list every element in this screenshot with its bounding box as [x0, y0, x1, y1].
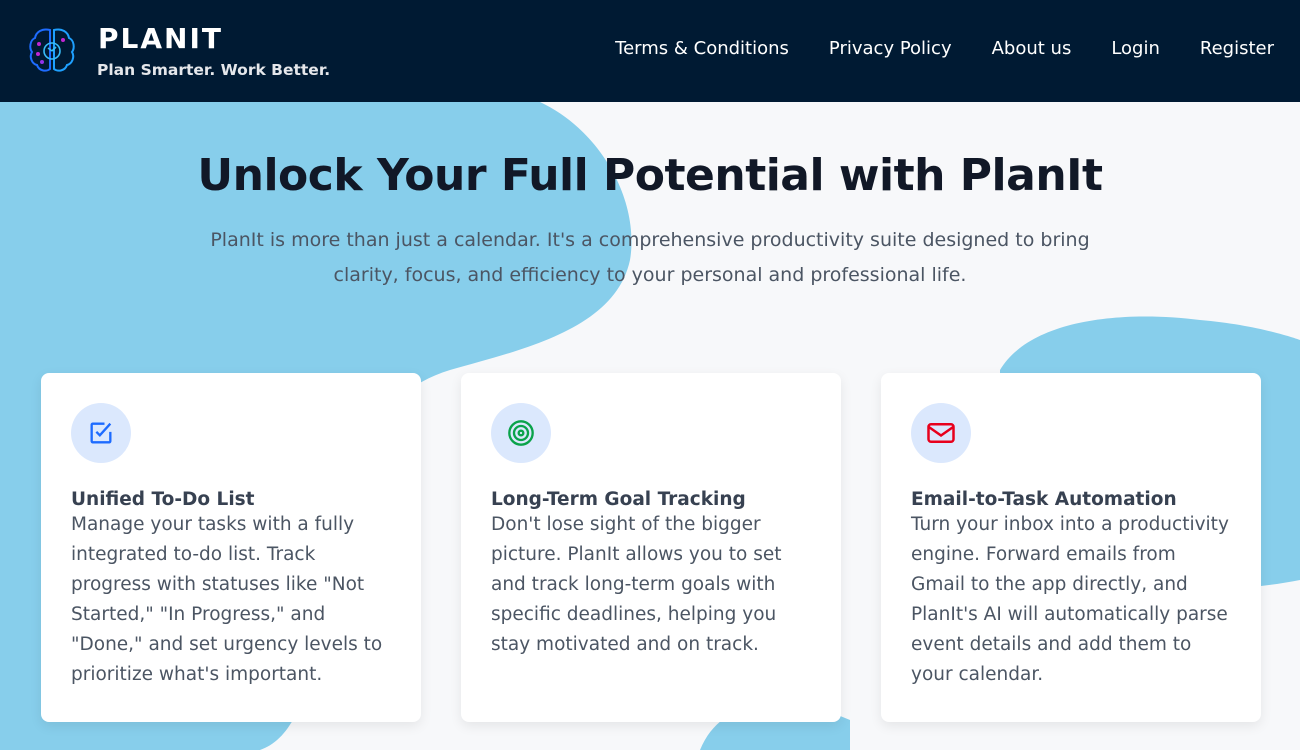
brand-tagline: Plan Smarter. Work Better. [97, 61, 331, 79]
target-icon [491, 403, 551, 463]
nav-register[interactable]: Register [1200, 38, 1274, 59]
brand-name[interactable]: PLANIT [98, 22, 223, 55]
feature-text: Turn your inbox into a productivity engi… [911, 514, 1229, 685]
nav-links: Terms & Conditions Privacy Policy About … [615, 38, 1274, 59]
feature-text: Don't lose sight of the bigger picture. … [491, 514, 782, 655]
feature-card-todo: Unified To-Do List Manage your tasks wit… [41, 373, 421, 722]
feature-card-goals: Long-Term Goal Tracking Don't lose sight… [461, 373, 841, 722]
feature-title: Email-to-Task Automation [911, 489, 1177, 510]
hero-title: Unlock Your Full Potential with PlanIt [197, 150, 1103, 201]
nav-terms[interactable]: Terms & Conditions [615, 38, 789, 59]
nav-login[interactable]: Login [1111, 38, 1160, 59]
feature-title: Long-Term Goal Tracking [491, 489, 746, 510]
brain-logo-icon[interactable] [26, 24, 78, 76]
feature-text: Manage your tasks with a fully integrate… [71, 514, 383, 685]
feature-title: Unified To-Do List [71, 489, 255, 510]
checkbox-icon [71, 403, 131, 463]
hero-section: Unlock Your Full Potential with PlanIt P… [0, 150, 1300, 293]
top-navbar: PLANIT Plan Smarter. Work Better. Terms … [0, 0, 1300, 102]
nav-about[interactable]: About us [992, 38, 1072, 59]
envelope-icon [911, 403, 971, 463]
nav-privacy[interactable]: Privacy Policy [829, 38, 952, 59]
feature-card-email: Email-to-Task Automation Turn your inbox… [881, 373, 1261, 722]
hero-subtitle: PlanIt is more than just a calendar. It'… [210, 229, 1090, 286]
